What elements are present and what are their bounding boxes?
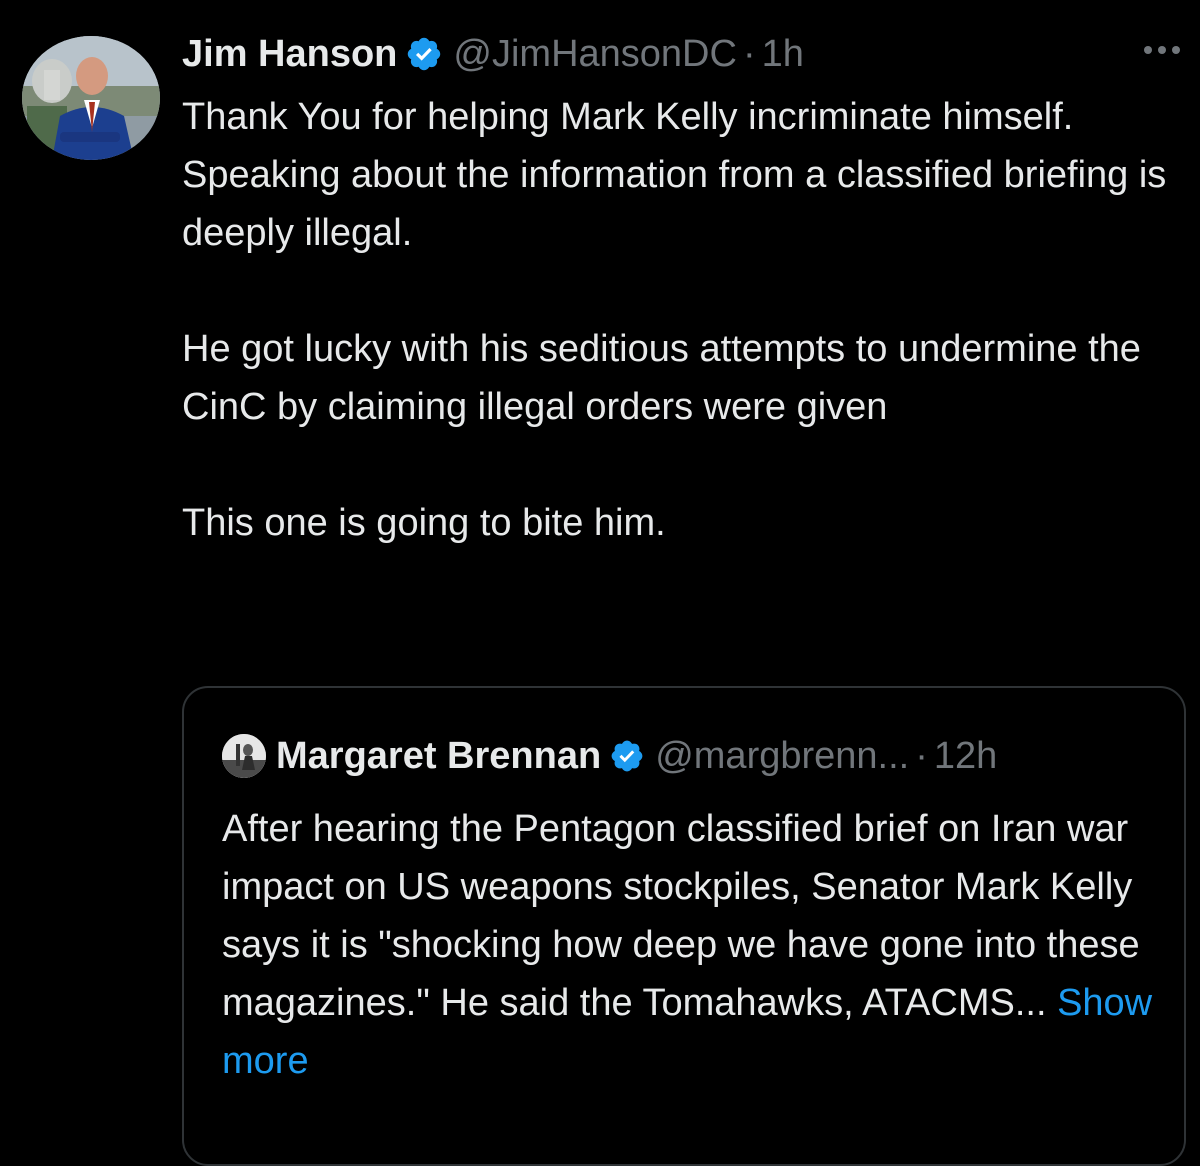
author-display-name[interactable]: Jim Hanson [182,33,397,76]
quoted-author-display-name[interactable]: Margaret Brennan [276,735,601,778]
avatar-photo-icon [22,36,160,160]
author-avatar[interactable] [22,36,160,160]
quoted-tweet-text: After hearing the Pentagon classified br… [222,800,1162,1090]
verified-badge-icon [609,738,645,774]
quoted-tweet-card[interactable]: Margaret Brennan @margbrenn... · 12h Aft… [182,686,1186,1166]
tweet-text-line: Speaking about the information from a cl… [182,154,1167,254]
tweet-text-line: Thank You for helping Mark Kelly incrimi… [182,96,1074,138]
quoted-tweet-body: After hearing the Pentagon classified br… [222,808,1140,1024]
verified-badge-icon [405,35,443,73]
tweet[interactable]: Jim Hanson @JimHansonDC · 1h Thank You f… [0,0,1200,1166]
avatar-photo-icon [222,734,266,778]
tweet-text: Thank You for helping Mark Kelly incrimi… [182,88,1182,552]
separator-dot: · [915,734,928,777]
quoted-author-handle[interactable]: @margbrenn... [655,735,909,778]
quoted-author-avatar[interactable] [222,734,266,778]
quoted-tweet-timestamp[interactable]: 12h [934,735,997,778]
more-options-icon[interactable] [1140,40,1184,60]
tweet-text-line: This one is going to bite him. [182,502,666,544]
separator-dot: · [742,32,756,75]
quoted-tweet-header: Margaret Brennan @margbrenn... · 12h [222,732,997,780]
tweet-timestamp[interactable]: 1h [762,33,804,76]
author-handle[interactable]: @JimHansonDC [453,33,737,76]
tweet-text-line: He got lucky with his seditious attempts… [182,328,1141,428]
tweet-header: Jim Hanson @JimHansonDC · 1h [182,28,804,80]
